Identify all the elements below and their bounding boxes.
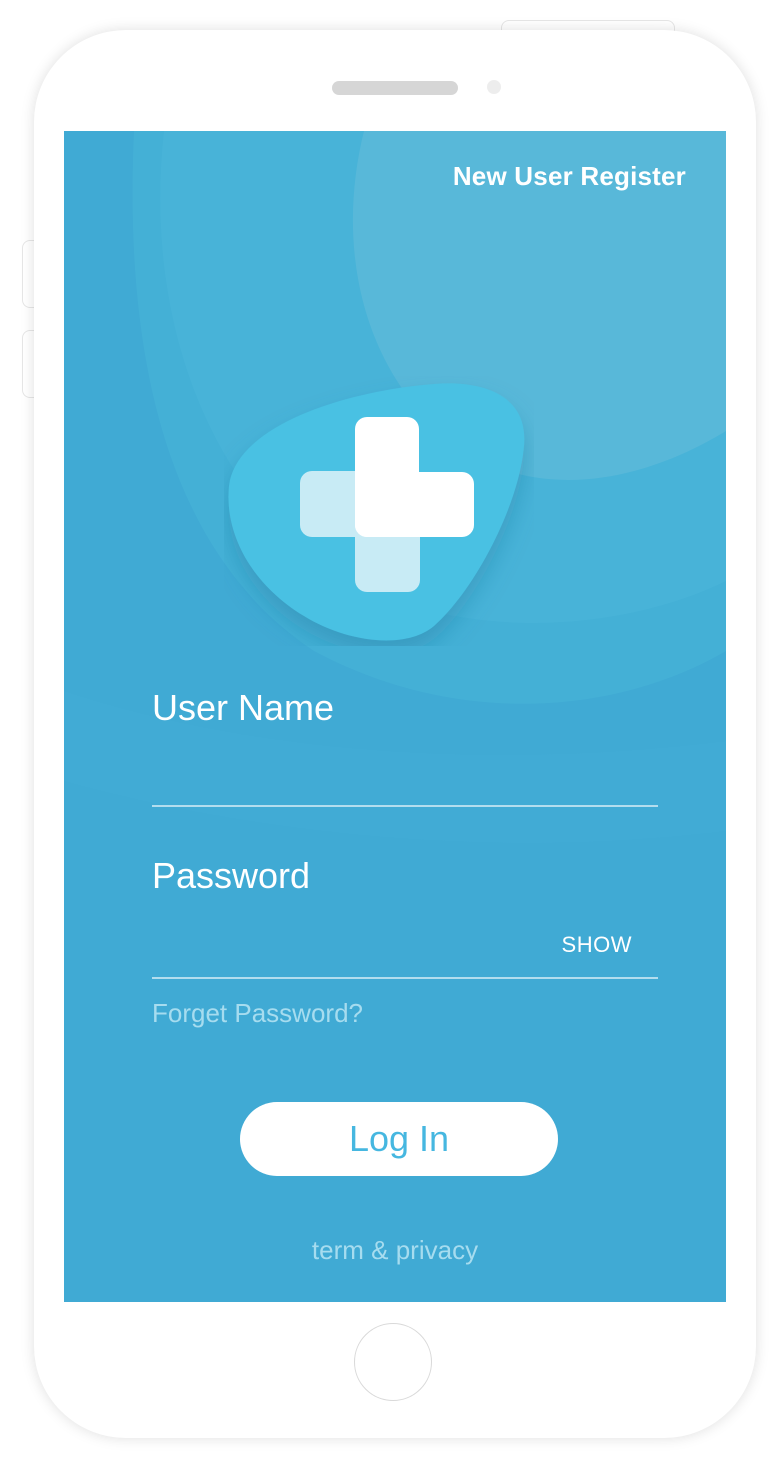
login-screen: New User Register User Name Password SHO… [64, 131, 726, 1302]
front-camera [487, 80, 501, 94]
new-user-register-link[interactable]: New User Register [453, 161, 686, 192]
medical-cross-icon [228, 383, 525, 641]
terms-privacy-link[interactable]: term & privacy [64, 1235, 726, 1266]
login-button[interactable]: Log In [240, 1102, 558, 1176]
username-input[interactable] [152, 759, 658, 807]
password-label: Password [152, 855, 311, 896]
forgot-password-link[interactable]: Forget Password? [152, 998, 363, 1029]
app-logo [224, 376, 534, 646]
device-frame: New User Register User Name Password SHO… [0, 0, 782, 1466]
username-label: User Name [152, 687, 335, 728]
speaker-grille [332, 81, 458, 95]
show-password-toggle[interactable]: SHOW [562, 932, 632, 958]
home-button[interactable] [354, 1323, 432, 1401]
